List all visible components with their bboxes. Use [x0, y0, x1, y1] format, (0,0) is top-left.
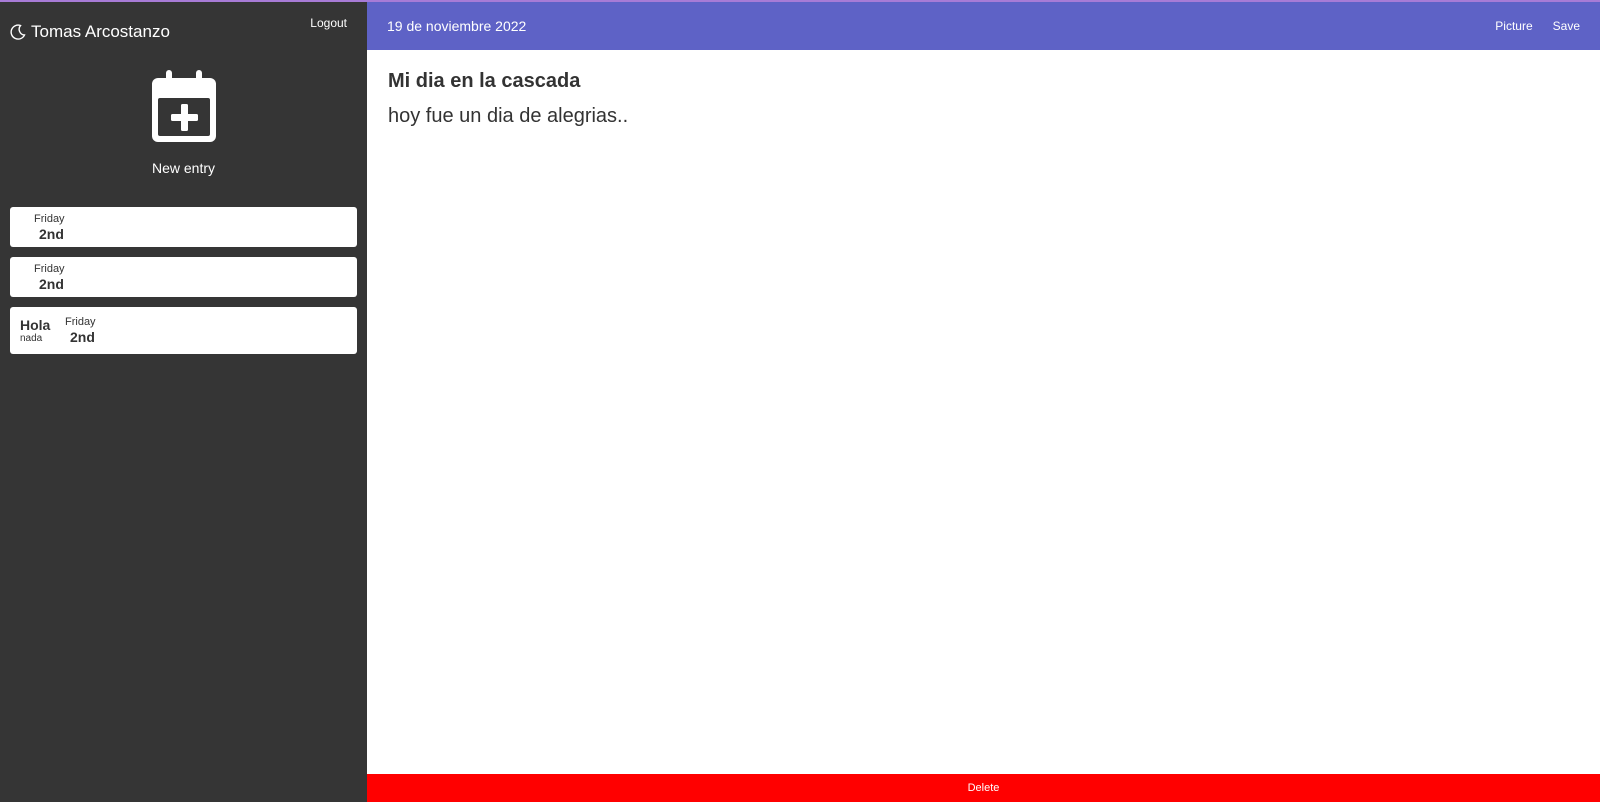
entry-card[interactable]: Friday 2nd	[10, 257, 357, 297]
entry-date: Friday 2nd	[34, 213, 65, 242]
delete-button[interactable]: Delete	[367, 774, 1600, 802]
entry-subtitle: nada	[20, 332, 43, 344]
logout-button[interactable]: Logout	[310, 16, 347, 30]
entry-card[interactable]: Friday 2nd	[10, 207, 357, 247]
entry-day: Friday	[34, 262, 65, 275]
new-entry-label: New entry	[151, 160, 216, 176]
entry-body-input[interactable]: hoy fue un dia de alegrias..	[388, 105, 1579, 128]
picture-button[interactable]: Picture	[1495, 19, 1532, 33]
entry-date-number: 2nd	[39, 275, 64, 292]
main-panel: 19 de noviembre 2022 Picture Save Mi dia…	[367, 2, 1600, 802]
entry-title-block: Hola nada	[20, 316, 55, 344]
moon-icon[interactable]	[10, 24, 26, 40]
journal-app: Tomas Arcostanzo Logout New entry Friday	[0, 0, 1600, 802]
sidebar: Tomas Arcostanzo Logout New entry Friday	[0, 2, 367, 802]
entry-day: Friday	[34, 212, 65, 225]
entry-title-input[interactable]: Mi dia en la cascada	[388, 70, 1579, 93]
entry-list: Friday 2nd Friday 2nd Hola nada Friday 2…	[10, 207, 357, 364]
entry-date-number: 2nd	[70, 329, 95, 345]
user-name: Tomas Arcostanzo	[31, 22, 170, 41]
entry-date: Friday 2nd	[34, 263, 65, 292]
editor-content[interactable]: Mi dia en la cascada hoy fue un dia de a…	[367, 50, 1600, 148]
entry-title: Hola	[20, 316, 51, 333]
save-button[interactable]: Save	[1553, 19, 1580, 33]
entry-date-title: 19 de noviembre 2022	[387, 18, 527, 34]
entry-date-number: 2nd	[39, 225, 64, 242]
user-row: Tomas Arcostanzo	[10, 22, 170, 42]
entry-day: Friday	[65, 316, 96, 328]
editor-header: 19 de noviembre 2022 Picture Save	[367, 2, 1600, 50]
calendar-plus-icon[interactable]	[151, 70, 216, 142]
entry-card[interactable]: Hola nada Friday 2nd	[10, 307, 357, 354]
entry-date: Friday 2nd	[65, 316, 96, 345]
new-entry-button[interactable]: New entry	[0, 70, 367, 176]
